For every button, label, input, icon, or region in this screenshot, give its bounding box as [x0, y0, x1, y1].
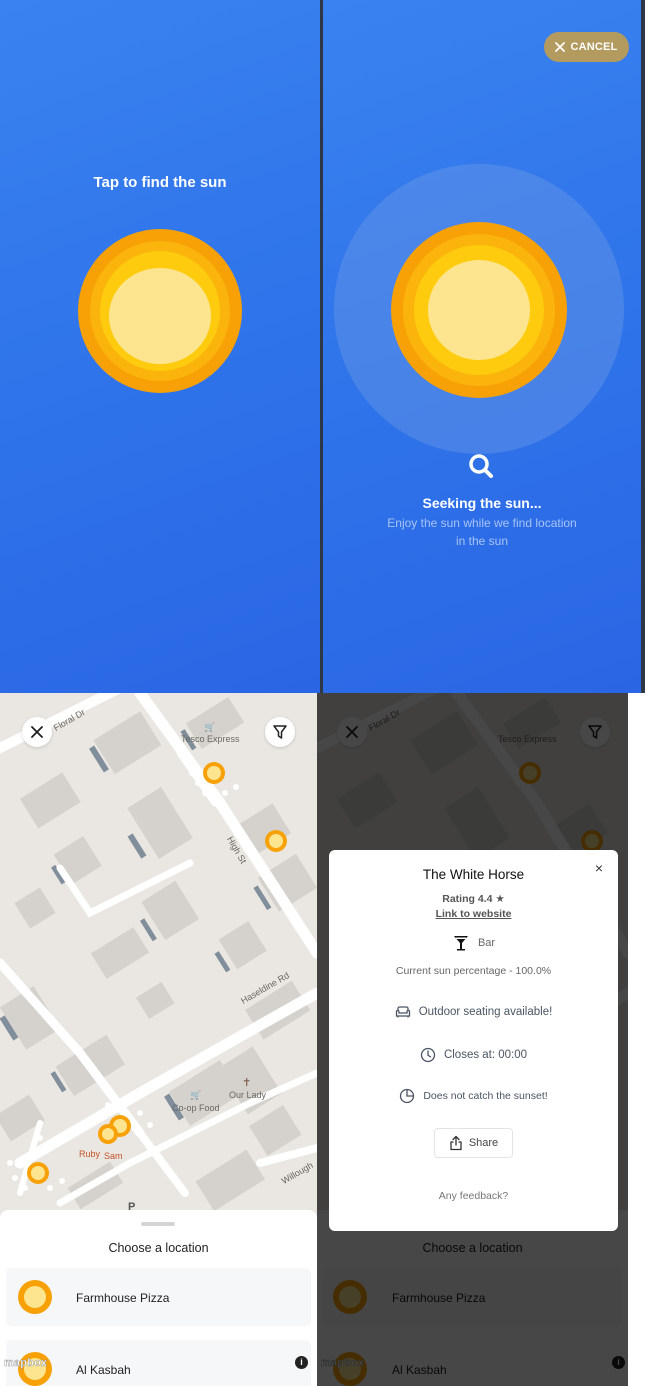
category-label: Bar [477, 937, 496, 949]
sun-button[interactable] [78, 229, 242, 393]
map-screen: Floral Dr 🛒 Tesco Express High St Haseld… [0, 693, 317, 1386]
poi-label: Tesco Express [181, 734, 240, 744]
sunset-label: Does not catch the sunset! [423, 1090, 548, 1102]
cocktail-glass-icon [453, 936, 468, 951]
cancel-button[interactable]: CANCEL [544, 32, 629, 62]
pie-chart-icon [400, 1088, 415, 1104]
clock-icon [420, 1047, 436, 1063]
closing-time-row: Closes at: 00:00 [329, 1047, 618, 1063]
tap-title: Tap to find the sun [93, 174, 227, 191]
outdoor-label: Outdoor seating available! [418, 1006, 553, 1018]
location-name: Al Kasbah [76, 1363, 131, 1377]
cancel-label: CANCEL [570, 41, 618, 53]
screen-divider [641, 0, 645, 693]
location-card[interactable]: Al Kasbah [6, 1340, 311, 1386]
website-link[interactable]: Link to website [329, 908, 618, 920]
church-icon: ✝ [242, 1077, 252, 1089]
venue-modal: × The White Horse Rating 4.4 ★ Link to w… [329, 850, 618, 1231]
poi-label: Co-op Food [172, 1103, 220, 1113]
sunset-row: Does not catch the sunset! [329, 1088, 618, 1104]
venue-category: Bar [329, 934, 618, 952]
close-icon [31, 726, 43, 738]
poi-label: Our Lady [229, 1090, 267, 1100]
close-button[interactable] [22, 717, 52, 747]
poi-label: Sam [104, 1151, 123, 1161]
venue-name: The White Horse [422, 867, 525, 882]
mapbox-logo[interactable]: mapbox [4, 1357, 48, 1369]
venue-rating: Rating 4.4 ★ [442, 893, 505, 905]
sun-icon [391, 222, 567, 398]
location-name: Farmhouse Pizza [76, 1291, 170, 1305]
sheet-handle[interactable] [141, 1222, 175, 1226]
sun-icon [18, 1280, 52, 1314]
seeking-screen: CANCEL Seeking the sun... Enjoy the sun … [323, 0, 641, 693]
sun-percentage: Current sun percentage - 100.0% [395, 965, 552, 977]
sun-icon [109, 268, 211, 364]
filter-icon [273, 725, 287, 739]
location-card[interactable]: Farmhouse Pizza [6, 1268, 311, 1326]
search-icon [469, 454, 493, 478]
location-sheet: Choose a location Farmhouse Pizza Al Kas… [0, 1210, 317, 1386]
seeking-title: Seeking the sun... [422, 495, 542, 511]
info-icon[interactable]: i [295, 1356, 308, 1369]
poi-label: Ruby [79, 1149, 101, 1159]
closes-label: Closes at: 00:00 [443, 1049, 528, 1061]
outdoor-seating-row: Outdoor seating available! [329, 1005, 618, 1019]
close-icon [555, 42, 566, 52]
filter-button[interactable] [265, 717, 295, 747]
shop-icon: 🛒 [190, 1090, 202, 1100]
share-icon [450, 1135, 462, 1151]
sofa-icon [395, 1006, 410, 1018]
shop-icon: 🛒 [204, 722, 216, 732]
find-sun-screen: Tap to find the sun [0, 0, 320, 693]
share-label: Share [468, 1137, 499, 1149]
sheet-title: Choose a location [108, 1241, 209, 1255]
venue-screen: Floral Dr Tesco Express Choose a locatio… [317, 693, 628, 1386]
feedback-link[interactable]: Any feedback? [329, 1190, 618, 1202]
seeking-subtitle: Enjoy the sun while we find location in … [387, 516, 577, 548]
share-button[interactable]: Share [434, 1128, 513, 1158]
